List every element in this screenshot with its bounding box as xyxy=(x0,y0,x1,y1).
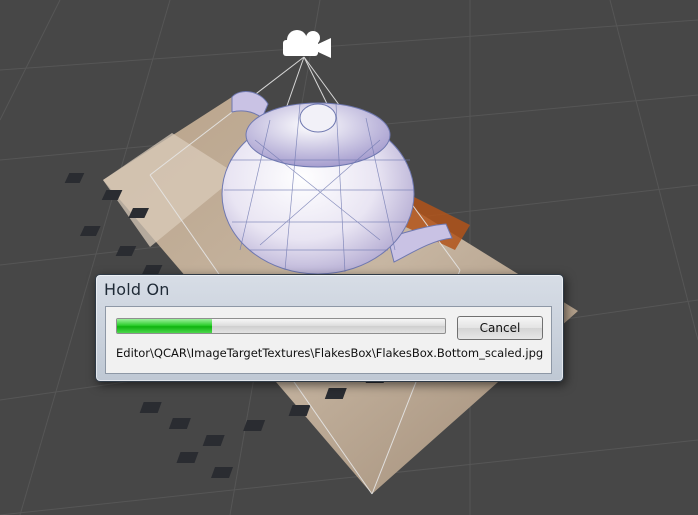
cancel-button[interactable]: Cancel xyxy=(457,316,543,340)
progress-bar-fill xyxy=(117,319,213,333)
scene-view[interactable]: Hold On Cancel Editor\QCAR\ImageTargetTe… xyxy=(0,0,698,515)
video-camera-icon[interactable] xyxy=(283,30,331,58)
status-file-path: Editor\QCAR\ImageTargetTextures\FlakesBo… xyxy=(116,346,543,360)
viewport-canvas[interactable] xyxy=(0,0,698,515)
dialog-body: Cancel Editor\QCAR\ImageTargetTextures\F… xyxy=(105,306,552,374)
progress-dialog: Hold On Cancel Editor\QCAR\ImageTargetTe… xyxy=(95,274,564,382)
teapot-model[interactable] xyxy=(221,91,453,275)
progress-bar xyxy=(116,318,446,334)
dialog-title: Hold On xyxy=(104,280,170,299)
